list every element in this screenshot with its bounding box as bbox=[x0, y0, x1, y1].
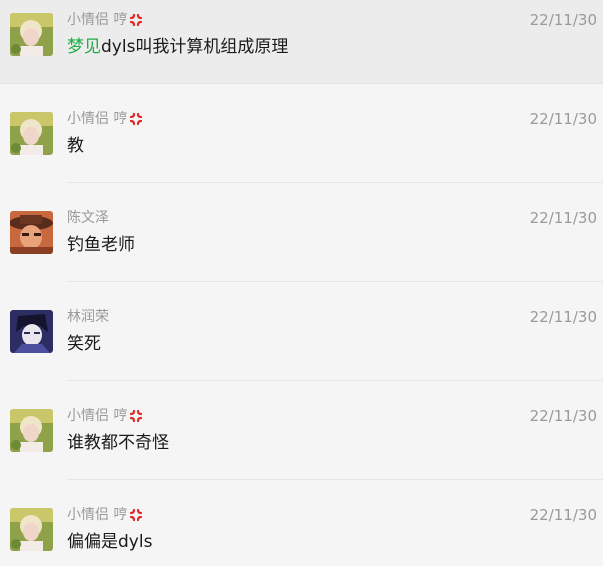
anger-symbol-icon bbox=[130, 409, 143, 423]
sender-name-text: 小情侣 哼 bbox=[67, 111, 128, 127]
message-body: dyls叫我计算机组成原理 bbox=[101, 37, 289, 57]
message-time: 22/11/30 bbox=[529, 407, 597, 425]
sender-name-text: 小情侣 哼 bbox=[67, 408, 128, 424]
message-time: 22/11/30 bbox=[529, 209, 597, 227]
avatar-blonde-girl[interactable] bbox=[10, 112, 53, 155]
sender-name: 小情侣 哼 bbox=[67, 110, 143, 128]
avatar-dark-anime[interactable] bbox=[10, 310, 53, 353]
message-text: 笑死 bbox=[67, 334, 101, 354]
mention-link[interactable]: 梦见 bbox=[67, 37, 101, 57]
message-text: 谁教都不奇怪 bbox=[67, 433, 169, 453]
message-row[interactable]: 小情侣 哼 22/11/30 教 bbox=[0, 84, 603, 183]
sender-name-text: 陈文泽 bbox=[67, 210, 109, 226]
sender-name-text: 小情侣 哼 bbox=[67, 12, 128, 28]
avatar-blonde-girl[interactable] bbox=[10, 409, 53, 452]
message-row[interactable]: 小情侣 哼 22/11/30 偏偏是dyls bbox=[0, 480, 603, 566]
message-text: 钓鱼老师 bbox=[67, 235, 135, 255]
message-row[interactable]: 小情侣 哼 22/11/30 梦见dyls叫我计算机组成原理 bbox=[0, 0, 603, 84]
message-row[interactable]: 林润荣 22/11/30 笑死 bbox=[0, 282, 603, 381]
message-time: 22/11/30 bbox=[529, 308, 597, 326]
sender-name: 小情侣 哼 bbox=[67, 506, 143, 524]
message-text: 教 bbox=[67, 136, 84, 156]
avatar-image bbox=[10, 409, 53, 452]
sender-name: 小情侣 哼 bbox=[67, 11, 143, 29]
avatar-image bbox=[10, 211, 53, 254]
sender-name-text: 小情侣 哼 bbox=[67, 507, 128, 523]
sender-name: 林润荣 bbox=[67, 308, 109, 326]
message-row[interactable]: 陈文泽 22/11/30 钓鱼老师 bbox=[0, 183, 603, 282]
anger-symbol-icon bbox=[130, 13, 143, 27]
avatar-blonde-girl[interactable] bbox=[10, 13, 53, 56]
message-time: 22/11/30 bbox=[529, 11, 597, 29]
message-row[interactable]: 小情侣 哼 22/11/30 谁教都不奇怪 bbox=[0, 381, 603, 480]
avatar-blonde-girl[interactable] bbox=[10, 508, 53, 551]
sender-name: 小情侣 哼 bbox=[67, 407, 143, 425]
message-text: 偏偏是dyls bbox=[67, 532, 153, 552]
anger-symbol-icon bbox=[130, 508, 143, 522]
message-time: 22/11/30 bbox=[529, 506, 597, 524]
anger-symbol-icon bbox=[130, 112, 143, 126]
avatar-image bbox=[10, 508, 53, 551]
message-time: 22/11/30 bbox=[529, 110, 597, 128]
chat-history-list: 小情侣 哼 22/11/30 梦见dyls叫我计算机组成原理 小情侣 哼 22/… bbox=[0, 0, 603, 566]
avatar-image bbox=[10, 13, 53, 56]
message-text: 梦见dyls叫我计算机组成原理 bbox=[67, 36, 288, 58]
avatar-anime-hat[interactable] bbox=[10, 211, 53, 254]
avatar-image bbox=[10, 310, 53, 353]
avatar-image bbox=[10, 112, 53, 155]
sender-name-text: 林润荣 bbox=[67, 309, 109, 325]
sender-name: 陈文泽 bbox=[67, 209, 109, 227]
